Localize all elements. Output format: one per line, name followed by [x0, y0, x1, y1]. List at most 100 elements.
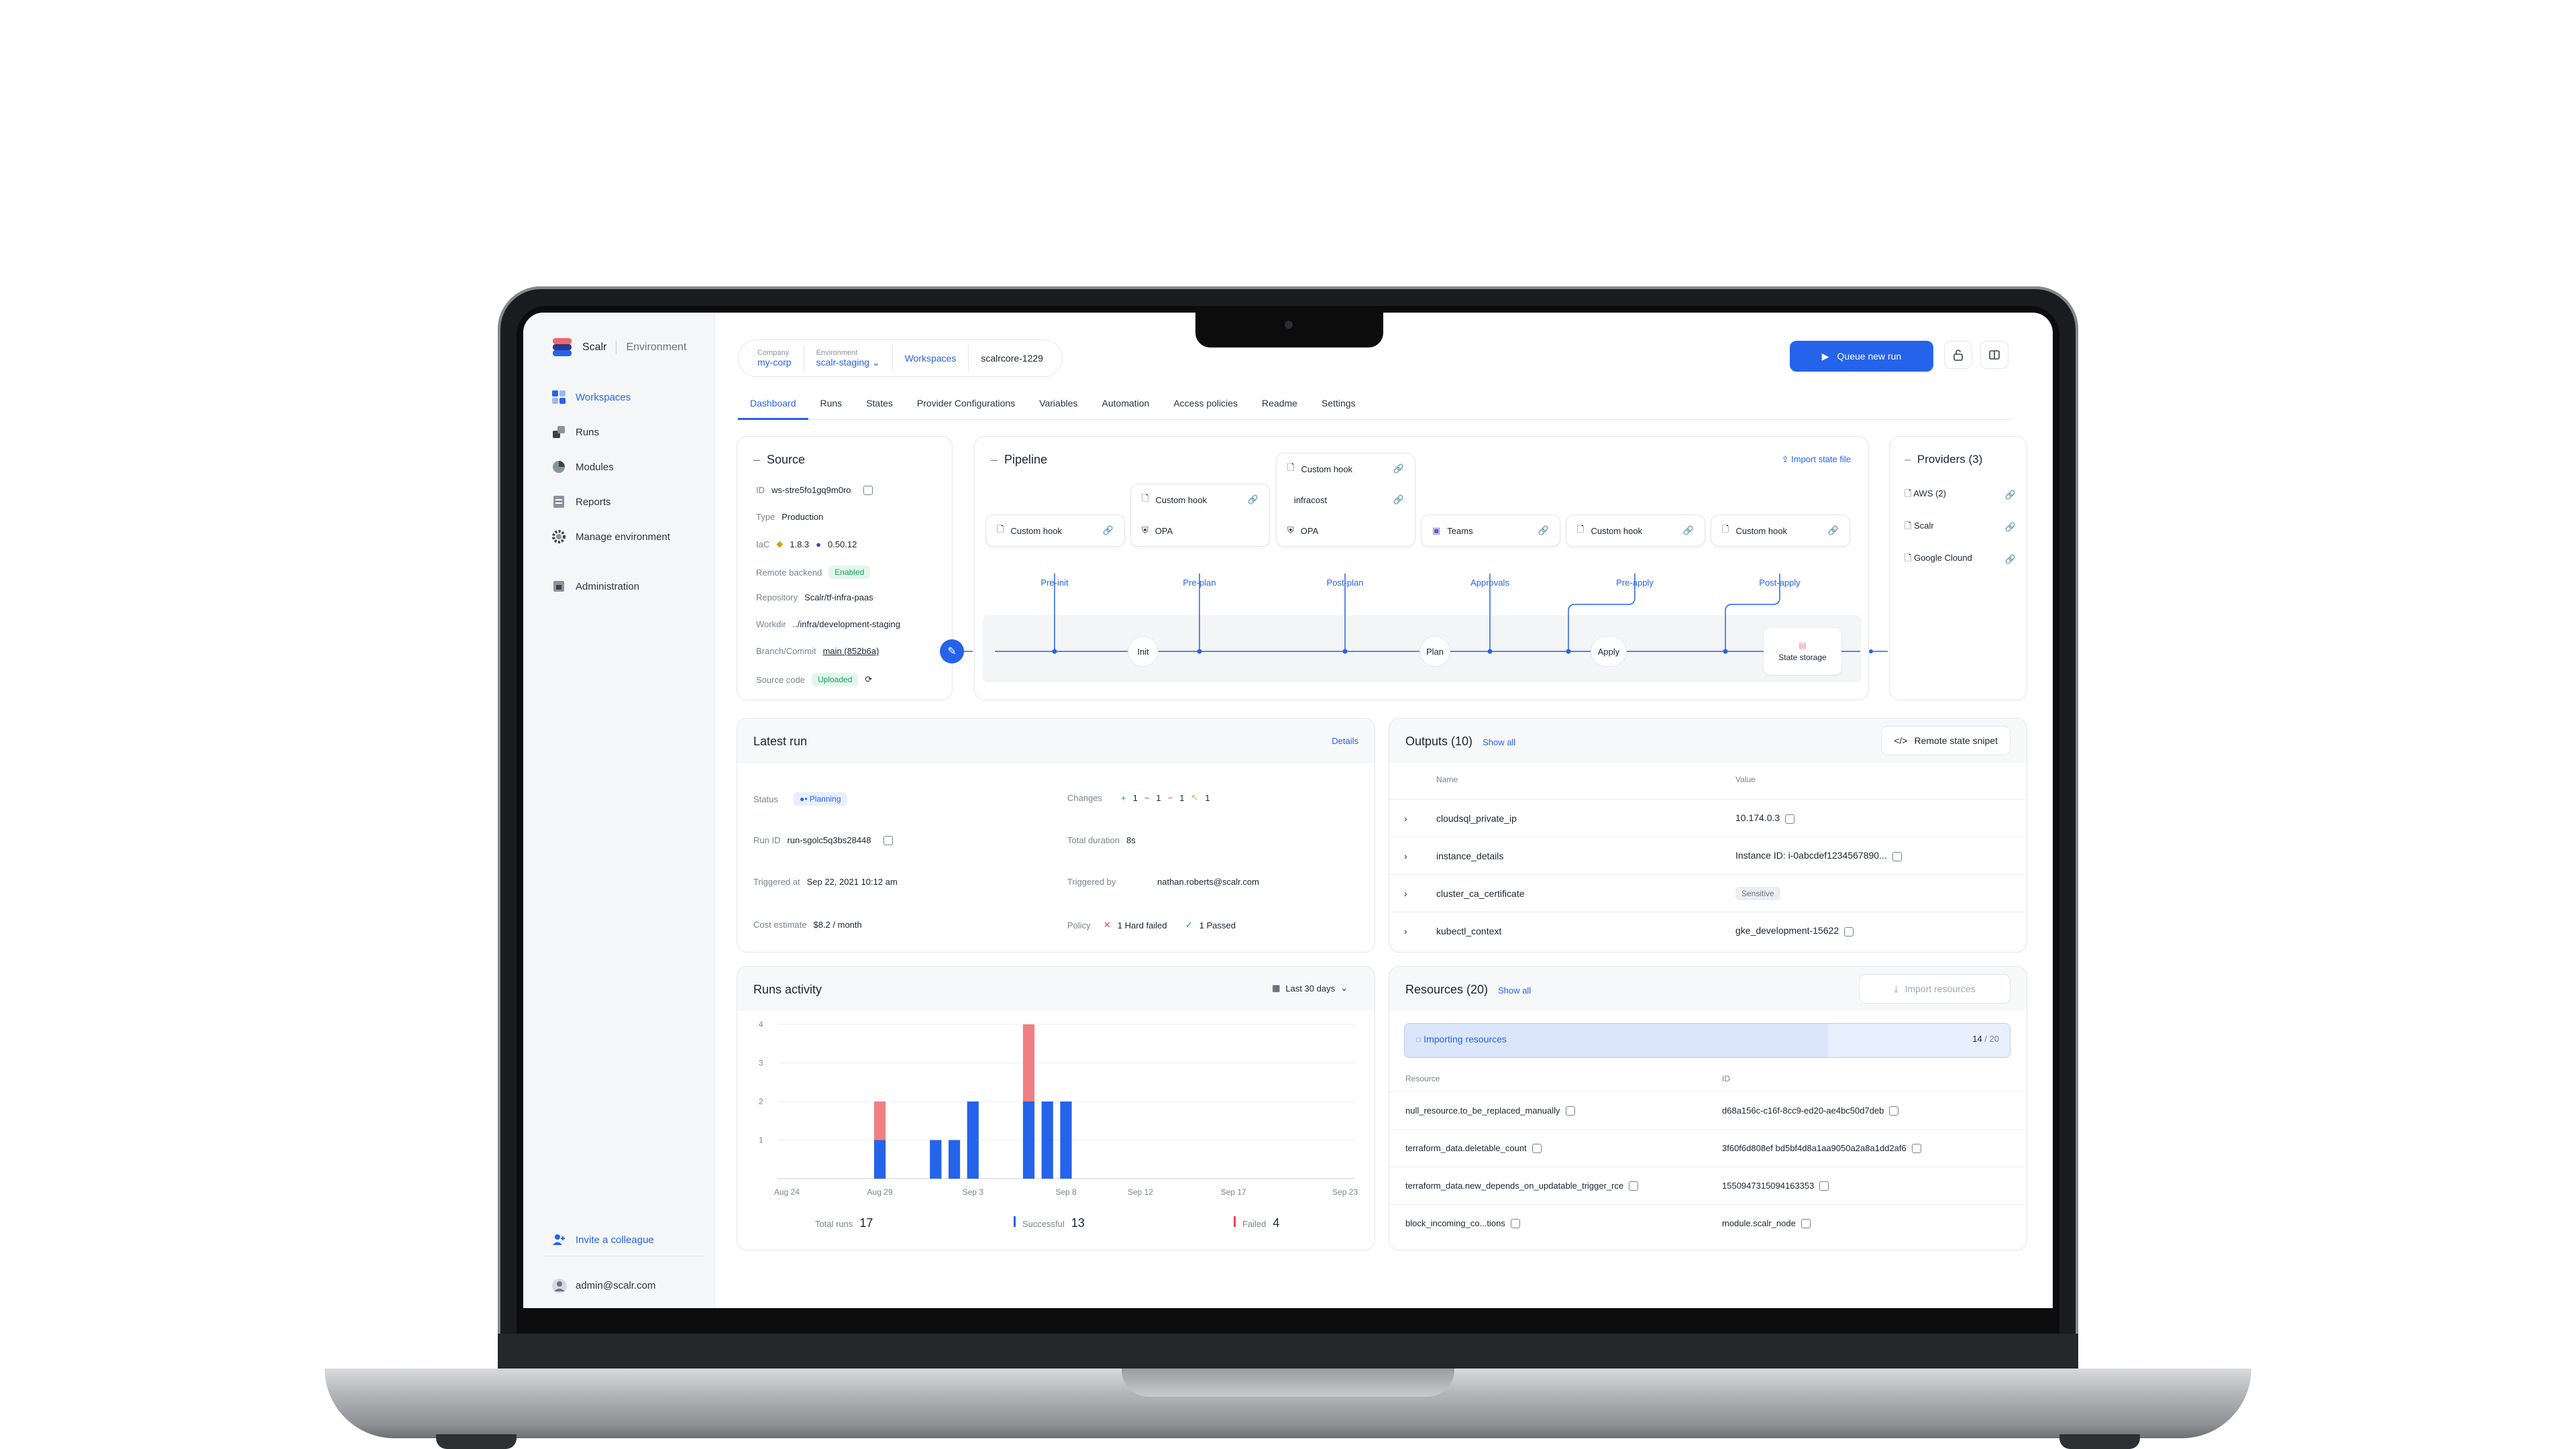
file-icon: 🗋	[1577, 524, 1585, 534]
post-apply-node[interactable]: 🗋 Custom hook 🔗	[1711, 515, 1850, 547]
post-plan-node[interactable]: 🗋 Custom hook 🔗 infracost 🔗 ⛨ OPA	[1276, 453, 1415, 547]
link-icon[interactable]: 🔗	[1393, 464, 1404, 474]
sidebar-item-workspaces[interactable]: Workspaces	[551, 380, 706, 415]
user-menu[interactable]: admin@scalr.com	[551, 1268, 655, 1303]
link-icon[interactable]: 🔗	[1828, 525, 1839, 536]
node-label: Custom hook	[1735, 525, 1788, 536]
add-user-icon	[551, 1232, 566, 1247]
table-row[interactable]: block_incoming_co...tions module.scalr_no…	[1389, 1204, 2027, 1242]
refresh-icon[interactable]: ⟳	[865, 674, 872, 685]
table-row[interactable]: terraform_data.deletable_count 3f60f6d808…	[1389, 1129, 2027, 1167]
copy-icon[interactable]	[1532, 1144, 1542, 1154]
details-link[interactable]: Details	[1332, 736, 1358, 746]
repository[interactable]: Scalr/tf-infra-paas	[804, 592, 873, 602]
providers-card: – Providers (3) 🗋 AWS (2) 🔗 🗋 Scalr 🔗 🗋 Go…	[1889, 436, 2027, 700]
post-plan-opa: ⛨ OPA	[1277, 515, 1415, 546]
pre-plan-node[interactable]: 🗋 Custom hook 🔗 ⛨ OPA	[1130, 484, 1270, 547]
collapse-icon[interactable]: –	[753, 453, 760, 466]
provider-aws[interactable]: 🗋 AWS (2) 🔗	[1904, 488, 2016, 502]
tab-variables[interactable]: Variables	[1027, 390, 1089, 420]
chevron-right-icon[interactable]: ›	[1404, 851, 1407, 861]
tab-access-policies[interactable]: Access policies	[1161, 390, 1250, 420]
link-icon[interactable]: 🔗	[2005, 490, 2016, 500]
failed-stat: Failed 4	[1234, 1216, 1279, 1230]
link-icon[interactable]: 🔗	[1538, 525, 1549, 536]
provider-google[interactable]: 🗋 Google Clound 🔗	[1904, 552, 2016, 567]
provider-scalr[interactable]: 🗋 Scalr 🔗	[1904, 520, 2016, 535]
breadcrumb-workspace-value: scalrcore-1229	[981, 353, 1043, 364]
table-row[interactable]: › cluster_ca_certificate Sensitive	[1389, 874, 2027, 912]
tab-provider-configurations[interactable]: Provider Configurations	[905, 390, 1027, 420]
copy-icon[interactable]	[883, 835, 893, 845]
tab-runs[interactable]: Runs	[808, 390, 855, 420]
sidebar-item-manage-environment[interactable]: Manage environment	[551, 519, 706, 554]
sidebar-item-administration[interactable]: Administration	[551, 569, 706, 604]
copy-icon[interactable]	[1892, 851, 1902, 861]
output-name: cloudsql_private_ip	[1436, 812, 1517, 824]
copy-icon[interactable]	[1819, 1181, 1829, 1191]
link-icon[interactable]: 🔗	[2005, 522, 2016, 533]
failed-value: 4	[1273, 1216, 1280, 1230]
chevron-right-icon[interactable]: ›	[1404, 926, 1407, 936]
sidebar-item-runs[interactable]: Runs	[551, 415, 706, 449]
lock-button[interactable]	[1944, 341, 1972, 369]
table-row[interactable]: › cloudsql_private_ip 10.174.0.3	[1389, 799, 2027, 837]
collapse-icon[interactable]: –	[1904, 453, 1911, 466]
copy-icon[interactable]	[1565, 1106, 1575, 1116]
approvals-node[interactable]: ▣ Teams 🔗	[1421, 515, 1560, 547]
date-range-select[interactable]: ▦ Last 30 days ⌄	[1272, 983, 1348, 994]
copy-icon[interactable]	[1785, 814, 1795, 824]
resources-show-all[interactable]: Show all	[1498, 985, 1531, 996]
table-row[interactable]: terraform_data.new_depends_on_updatable_…	[1389, 1167, 2027, 1204]
copy-icon[interactable]	[1889, 1106, 1899, 1116]
breadcrumb-company[interactable]: Company my-corp	[745, 345, 804, 372]
bar-successful	[967, 1102, 979, 1179]
copy-icon[interactable]	[1629, 1181, 1639, 1191]
tab-dashboard[interactable]: Dashboard	[738, 390, 808, 420]
copy-icon[interactable]	[1510, 1219, 1520, 1229]
remote-state-snippet-button[interactable]: </> Remote state snipet	[1881, 726, 2010, 755]
state-storage-node[interactable]: ▤ State storage	[1764, 628, 1841, 675]
table-row[interactable]: null_resource.to_be_replaced_manually d68…	[1389, 1091, 2027, 1129]
tab-settings[interactable]: Settings	[1309, 390, 1368, 420]
copy-icon[interactable]	[1844, 926, 1854, 936]
copy-icon[interactable]	[1911, 1144, 1921, 1154]
sidebar-item-reports[interactable]: Reports	[551, 484, 706, 519]
link-icon[interactable]: 🔗	[2005, 554, 2016, 565]
chevron-right-icon[interactable]: ›	[1404, 888, 1407, 899]
output-name: cluster_ca_certificate	[1436, 888, 1525, 899]
app-screen: Scalr Environment Workspaces Runs Module…	[523, 313, 2053, 1308]
pre-apply-node[interactable]: 🗋 Custom hook 🔗	[1566, 515, 1705, 547]
stage-post-plan: Post-plan	[1326, 578, 1364, 588]
breadcrumb-workspaces-value: Workspaces	[904, 353, 957, 364]
copy-icon[interactable]	[863, 485, 873, 495]
copy-icon[interactable]	[1801, 1219, 1811, 1229]
invite-colleague-link[interactable]: Invite a colleague	[551, 1226, 706, 1253]
tab-automation[interactable]: Automation	[1090, 390, 1162, 420]
link-icon[interactable]: 🔗	[1393, 494, 1404, 505]
queue-new-run-button[interactable]: ▶ Queue new run	[1790, 341, 1933, 372]
import-resources-button[interactable]: ⤓ Import resources	[1859, 974, 2010, 1004]
brand[interactable]: Scalr Environment	[551, 337, 686, 358]
play-icon: ▶	[1821, 350, 1829, 362]
table-row[interactable]: › instance_details Instance ID: i-0abcdef1…	[1389, 837, 2027, 874]
link-icon[interactable]: 🔗	[1683, 525, 1694, 536]
branch-commit[interactable]: main (852b6a)	[823, 646, 879, 656]
link-icon[interactable]: 🔗	[1103, 525, 1114, 536]
sidebar-item-modules[interactable]: Modules	[551, 449, 706, 484]
chevron-right-icon[interactable]: ›	[1404, 813, 1407, 824]
breadcrumb-workspaces[interactable]: Workspaces	[893, 345, 969, 372]
tab-states[interactable]: States	[854, 390, 905, 420]
output-name: kubectl_context	[1436, 925, 1502, 936]
outputs-show-all[interactable]: Show all	[1483, 737, 1515, 747]
tab-readme[interactable]: Readme	[1250, 390, 1309, 420]
link-icon[interactable]: 🔗	[1248, 494, 1258, 505]
layout-toggle-button[interactable]	[1980, 341, 2008, 369]
triggered-at-key: Triggered at	[753, 877, 800, 887]
table-row[interactable]: › kubectl_context gke_development-15622	[1389, 912, 2027, 949]
pre-init-node[interactable]: 🗋 Custom hook 🔗	[985, 515, 1125, 547]
pipeline-card: – Pipeline ⇪ Import state file 🗋 Custom h…	[974, 436, 1869, 700]
resource-id-cell: d68a156c-c16f-8cc9-ed20-ae4bc50d7deb	[1722, 1106, 1899, 1116]
breadcrumb-environment[interactable]: Environment scalr-staging ⌄	[804, 345, 893, 372]
queue-new-run-label: Queue new run	[1837, 351, 1902, 362]
